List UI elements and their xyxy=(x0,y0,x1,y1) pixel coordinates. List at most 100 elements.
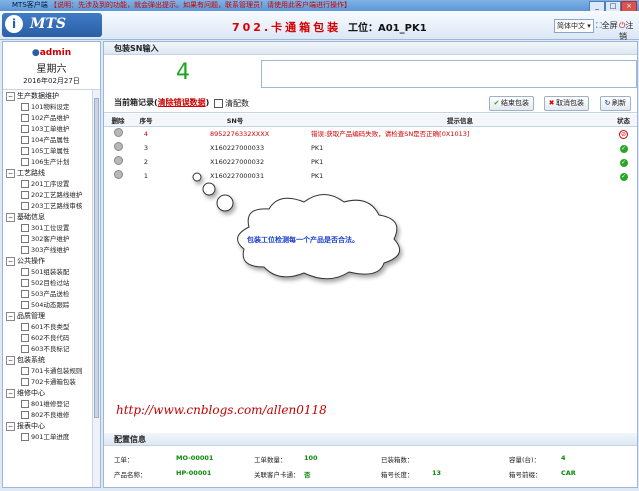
collapse-icon[interactable]: − xyxy=(6,355,15,365)
page-icon xyxy=(21,235,29,243)
delete-radio[interactable] xyxy=(113,128,123,137)
collapse-icon[interactable]: − xyxy=(6,311,15,321)
nav-item[interactable]: 106生产计划 xyxy=(3,157,100,168)
logo-text: MTS xyxy=(30,16,67,32)
nav-item[interactable]: 702卡通箱包装 xyxy=(3,377,100,388)
nav-group[interactable]: − 工艺路线 xyxy=(3,168,100,179)
sn-input[interactable] xyxy=(261,60,637,88)
delete-radio[interactable] xyxy=(113,170,123,179)
nav-item[interactable]: 102产品维护 xyxy=(3,113,100,124)
page-icon xyxy=(21,268,29,276)
collapse-icon[interactable]: − xyxy=(6,91,15,101)
sidebar-scrollbar[interactable] xyxy=(92,90,100,487)
collapse-icon[interactable]: − xyxy=(6,421,15,431)
nav-item[interactable]: 301工位设置 xyxy=(3,223,100,234)
nav-item-label: 302客户维护 xyxy=(31,235,70,243)
product-label: 产品名称： xyxy=(114,471,147,479)
order-qty-value: 100 xyxy=(304,454,318,462)
scroll-thumb[interactable] xyxy=(94,98,99,418)
nav-item[interactable]: 201工序设置 xyxy=(3,179,100,190)
table-row[interactable]: 3 X160227000033 PK1 ✓ xyxy=(104,141,637,155)
window-title: MTS客户端 【说明：先涉及到的功能，就会弹出提示。如果有问题，联系管理员！请使… xyxy=(12,1,351,9)
cell-seq: 3 xyxy=(143,143,149,152)
collapse-icon[interactable]: − xyxy=(6,256,15,266)
fullscreen-button[interactable]: ⛶全屏 xyxy=(596,20,618,31)
collapse-icon[interactable]: − xyxy=(6,212,15,222)
input-section-title: 包装SN输入 xyxy=(104,42,637,55)
nav-item[interactable]: 603不良标记 xyxy=(3,344,100,355)
nav-item-label: 102产品维护 xyxy=(31,114,70,122)
nav-item-label: 701卡通包装规则 xyxy=(31,367,83,375)
nav-item-label: 502目检过站 xyxy=(31,279,70,287)
nav-item-label: 101物料设定 xyxy=(31,103,70,111)
ok-icon: ✓ xyxy=(619,158,628,167)
col-status: 状态 xyxy=(610,114,637,127)
nav-item[interactable]: 303产线维护 xyxy=(3,245,100,256)
nav-group[interactable]: − 包装系统 xyxy=(3,355,100,366)
nav-item[interactable]: 103工单维护 xyxy=(3,124,100,135)
nav-group[interactable]: − 生产数据维护 xyxy=(3,91,100,102)
delete-radio[interactable] xyxy=(113,142,123,151)
sidebar: ●admin 星期六 2016年02月27日 − 生产数据维护 101物料设定 102… xyxy=(2,41,101,488)
page-icon xyxy=(21,224,29,232)
cell-seq: 2 xyxy=(143,157,149,166)
nav-item[interactable]: 502目检过站 xyxy=(3,278,100,289)
page-icon xyxy=(21,290,29,298)
nav-item[interactable]: 104产品属性 xyxy=(3,135,100,146)
cancel-pack-button[interactable]: ✖ 取消包装 xyxy=(544,96,589,111)
nav-item[interactable]: 701卡通包装规则 xyxy=(3,366,100,377)
callout-cloud: 包装工位检测每一个产品是否合法。 xyxy=(189,167,429,287)
nav-item[interactable]: 203工艺路线审核 xyxy=(3,201,100,212)
nav-item[interactable]: 302客户维护 xyxy=(3,234,100,245)
logout-button[interactable]: ⏻注销 xyxy=(619,20,639,42)
config-panel: 工单： MO-00001 工单数量： 100 已装箱数： 容量(台)： 4 产品… xyxy=(104,448,637,486)
nav-group[interactable]: − 基础信息 xyxy=(3,212,100,223)
nav-item-label: 301工位设置 xyxy=(31,224,70,232)
nav-item[interactable]: 602不良代码 xyxy=(3,333,100,344)
language-select[interactable]: 简体中文 ▾ xyxy=(554,19,594,33)
nav-item[interactable]: 601不良类型 xyxy=(3,322,100,333)
nav-group-label: 报表中心 xyxy=(17,422,45,430)
cell-seq: 4 xyxy=(143,129,149,138)
nav-item-label: 202工艺路线维护 xyxy=(31,191,83,199)
nav-group[interactable]: − 维修中心 xyxy=(3,388,100,399)
clear-error-link[interactable]: 清除错误数据 xyxy=(158,98,206,107)
nav-group-label: 品质管理 xyxy=(17,312,45,320)
delete-radio[interactable] xyxy=(113,156,123,165)
refresh-button[interactable]: ↻ 刷新 xyxy=(600,96,631,111)
page-icon xyxy=(21,411,29,419)
nav-item[interactable]: 501组装装配 xyxy=(3,267,100,278)
nav-group[interactable]: − 报表中心 xyxy=(3,421,100,432)
nav-item-label: 504动态跟踪 xyxy=(31,301,70,309)
record-title: 当前箱记录 xyxy=(114,98,154,107)
nav-group[interactable]: − 公共操作 xyxy=(3,256,100,267)
col-seq: 序号 xyxy=(132,114,160,127)
nav-item[interactable]: 901工单进度 xyxy=(3,432,100,443)
finish-pack-button[interactable]: ✔ 结束包装 xyxy=(489,96,534,111)
weekday: 星期六 xyxy=(36,64,67,75)
collapse-icon[interactable]: − xyxy=(6,388,15,398)
page-icon xyxy=(21,334,29,342)
capacity-value: 4 xyxy=(561,454,566,462)
nav-item[interactable]: 105工单属性 xyxy=(3,146,100,157)
clear-count-checkbox[interactable]: 清配数 xyxy=(214,98,249,109)
nav-item-label: 801维修登记 xyxy=(31,400,70,408)
nav-item[interactable]: 802不良维修 xyxy=(3,410,100,421)
nav-item[interactable]: 801维修登记 xyxy=(3,399,100,410)
box-len-value: 13 xyxy=(432,469,442,477)
cell-seq: 1 xyxy=(143,171,149,180)
user-name: admin xyxy=(39,48,72,58)
nav-group[interactable]: − 品质管理 xyxy=(3,311,100,322)
nav-item[interactable]: 504动态跟踪 xyxy=(3,300,100,311)
capacity-label: 容量(台)： xyxy=(509,456,541,464)
nav-item[interactable]: 101物料设定 xyxy=(3,102,100,113)
page-icon xyxy=(21,279,29,287)
nav-item[interactable]: 503产品送检 xyxy=(3,289,100,300)
collapse-icon[interactable]: − xyxy=(6,168,15,178)
nav-item[interactable]: 202工艺路线维护 xyxy=(3,190,100,201)
nav-item-label: 702卡通箱包装 xyxy=(31,378,76,386)
checkbox-icon xyxy=(214,99,223,108)
user-icon: ● xyxy=(31,48,40,58)
window-titlebar: MTS客户端 【说明：先涉及到的功能，就会弹出提示。如果有问题，联系管理员！请使… xyxy=(0,0,639,12)
table-row[interactable]: 4 8952276332XXXX 错误:获取产品编码失败，请检查SN是否正确[0X1… xyxy=(104,127,637,142)
